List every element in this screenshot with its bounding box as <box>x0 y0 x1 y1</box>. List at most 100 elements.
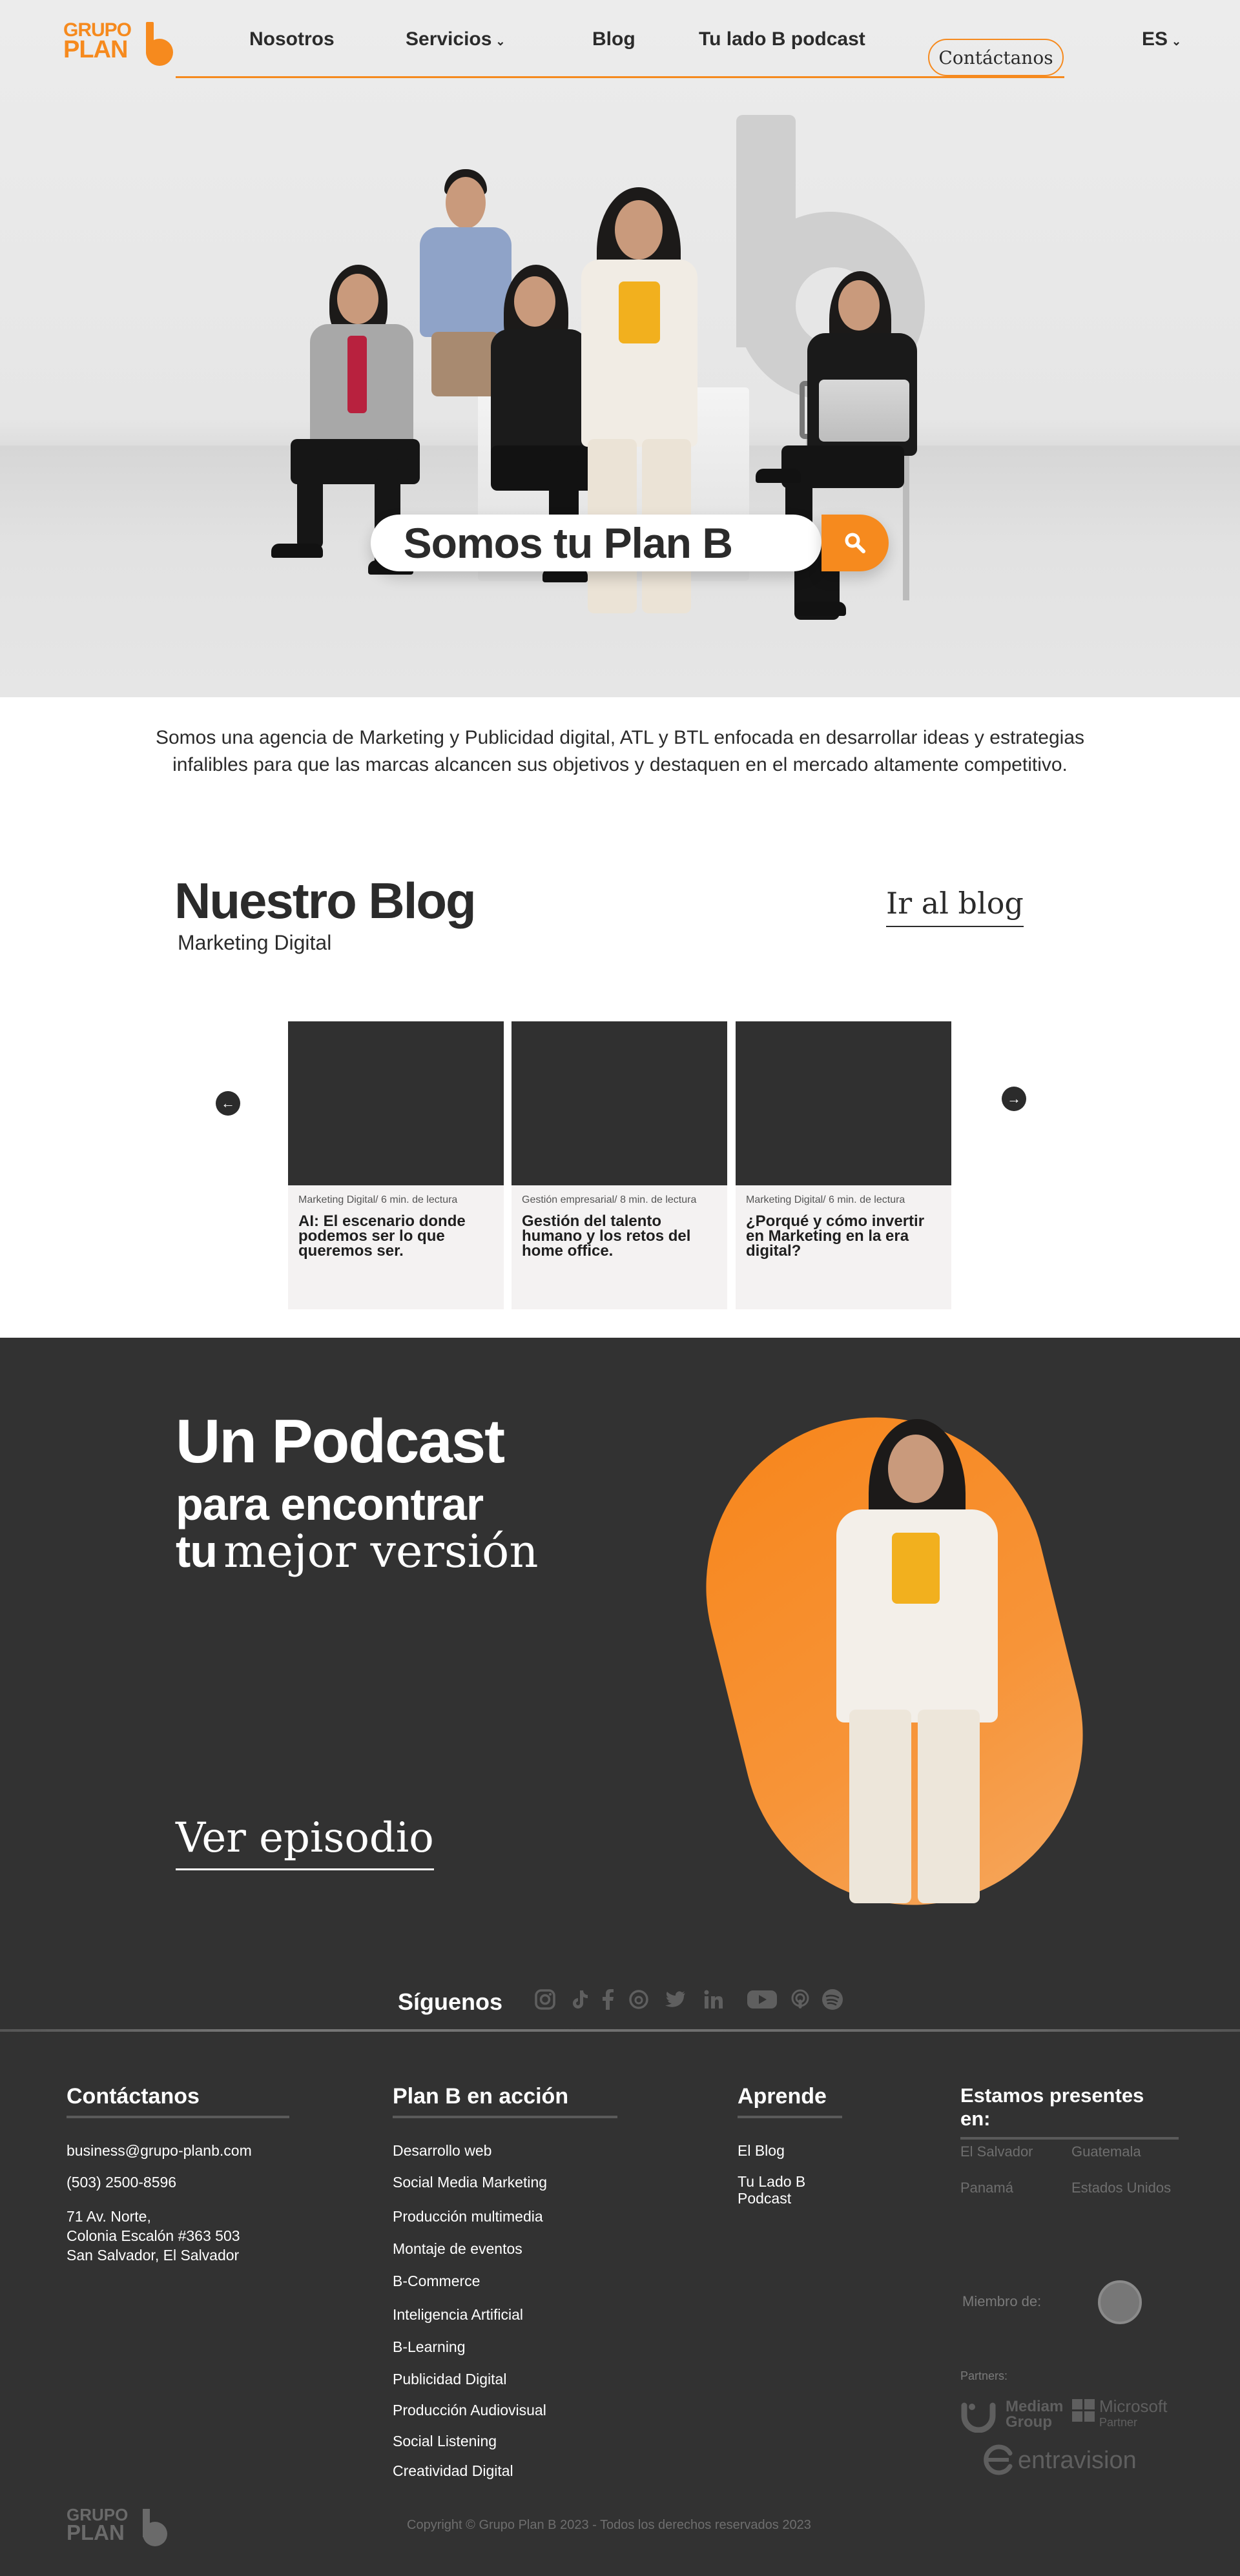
linkedin-link[interactable] <box>700 1986 727 2013</box>
language-selector[interactable]: ES ⌄ <box>1142 28 1181 50</box>
carousel-next-button[interactable]: → <box>1002 1087 1026 1111</box>
podcast-link[interactable] <box>787 1986 814 2013</box>
main-nav: Nosotros Servicios ⌄ Blog Tu lado B podca… <box>0 19 1240 76</box>
watch-episode-link[interactable]: Ver episodio <box>176 1814 434 1870</box>
footer-service-link[interactable]: Producción multimedia <box>393 2208 543 2225</box>
chevron-down-icon: ⌄ <box>1172 35 1182 48</box>
footer-address-line: 71 Av. Norte, <box>67 2208 151 2225</box>
tiktok-link[interactable] <box>566 1986 593 2013</box>
blog-card[interactable]: Marketing Digital/ 6 min. de lectura AI:… <box>288 1021 504 1309</box>
blog-card-title: AI: El escenario donde podemos ser lo qu… <box>298 1212 466 1260</box>
footer-service-link[interactable]: Social Listening <box>393 2433 497 2449</box>
go-to-blog-link[interactable]: Ir al blog <box>886 886 1024 927</box>
partner-label: entravision <box>1018 2447 1137 2474</box>
blog-card-image <box>512 1021 727 1185</box>
country-label: Panamá <box>960 2180 1013 2196</box>
nav-item-blog[interactable]: Blog <box>592 28 636 50</box>
blog-card-image <box>288 1021 504 1185</box>
podcast-tagline-bold: tu <box>176 1526 218 1577</box>
footer-service-link[interactable]: Creatividad Digital <box>393 2462 513 2479</box>
microsoft-partner-logo: Microsoft Partner <box>1072 2398 1182 2434</box>
partners-label: Partners: <box>960 2369 1008 2382</box>
blog-card[interactable]: Gestión empresarial/ 8 min. de lectura G… <box>512 1021 727 1309</box>
partner-label: Partner <box>1099 2416 1138 2429</box>
footer-address-line: San Salvador, El Salvador <box>67 2247 240 2264</box>
footer-phone-link[interactable]: (503) 2500-8596 <box>67 2174 176 2191</box>
footer-email-link[interactable]: business@grupo-planb.com <box>67 2142 252 2159</box>
entravision-icon <box>984 2444 1013 2475</box>
footer-service-link[interactable]: Publicidad Digital <box>393 2371 506 2387</box>
blog-card-title: Gestión del talento humano y los retos d… <box>522 1212 691 1260</box>
footer-service-link[interactable]: Producción Audiovisual <box>393 2402 546 2418</box>
entravision-logo: entravision <box>980 2442 1155 2480</box>
partner-label: Mediam <box>1006 2398 1064 2415</box>
instagram-icon <box>535 1989 555 2010</box>
search-button[interactable] <box>822 515 889 571</box>
nav-label: Blog <box>592 28 636 50</box>
arrow-right-icon: → <box>1007 1090 1021 1107</box>
footer <box>0 1964 1240 2576</box>
podcast-heading: Un Podcast <box>176 1407 505 1476</box>
member-of-label: Miembro de: <box>962 2293 1042 2309</box>
country-label: Estados Unidos <box>1071 2180 1172 2196</box>
footer-logo[interactable]: GRUPO PLAN <box>67 2505 173 2546</box>
twitter-link[interactable] <box>661 1986 688 2013</box>
search-icon <box>845 533 865 553</box>
tiktok-icon <box>573 1990 588 2009</box>
hero-section: GRUPO PLAN Nosotros Servicios ⌄ Blog Tu l… <box>0 0 1240 697</box>
nav-label: Tu lado B podcast <box>699 28 865 50</box>
instagram-link[interactable] <box>532 1986 559 2013</box>
footer-service-link[interactable]: Inteligencia Artificial <box>393 2306 523 2323</box>
carousel-prev-button[interactable]: ← <box>216 1091 240 1116</box>
nav-divider <box>176 76 1064 78</box>
mediam-group-icon <box>961 2402 996 2433</box>
contact-button[interactable]: Contáctanos <box>928 39 1064 76</box>
footer-podcast-link[interactable]: Tu Lado B Podcast <box>738 2173 809 2207</box>
youtube-icon <box>747 1990 777 2009</box>
footer-blog-link[interactable]: El Blog <box>738 2142 785 2159</box>
partner-label: Microsoft <box>1099 2397 1168 2416</box>
footer-service-link[interactable]: Social Media Marketing <box>393 2174 547 2191</box>
microsoft-icon <box>1072 2399 1095 2422</box>
hero-slogan: Somos tu Plan B <box>403 519 733 567</box>
blog-card[interactable]: Marketing Digital/ 6 min. de lectura ¿Po… <box>736 1021 951 1309</box>
footer-service-link[interactable]: B-Commerce <box>393 2273 480 2289</box>
facebook-icon <box>603 1989 614 2010</box>
podcast-host-photo <box>811 1419 1030 1905</box>
footer-contact-heading: Contáctanos <box>67 2084 289 2118</box>
footer-service-link[interactable]: Montaje de eventos <box>393 2240 522 2257</box>
footer-service-link[interactable]: B-Learning <box>393 2338 466 2355</box>
member-organization-logo <box>1098 2280 1142 2324</box>
podcast-subheading: para encontrar <box>176 1479 484 1529</box>
footer-service-link[interactable]: Desarrollo web <box>393 2142 491 2159</box>
blog-card-meta: Marketing Digital/ 6 min. de lectura <box>746 1194 905 1205</box>
footer-divider <box>0 2029 1240 2032</box>
podcast-icon <box>791 1989 809 2009</box>
nav-item-nosotros[interactable]: Nosotros <box>249 28 335 50</box>
intro-text: Somos una agencia de Marketing y Publici… <box>155 727 1085 775</box>
blog-card-image <box>736 1021 951 1185</box>
youtube-link[interactable] <box>744 1986 780 2013</box>
nav-item-servicios[interactable]: Servicios ⌄ <box>406 28 506 50</box>
country-label: El Salvador <box>960 2143 1033 2160</box>
footer-address-line: Colonia Escalón #363 503 <box>67 2227 240 2244</box>
mediam-group-logo: Mediam Group <box>960 2397 1064 2433</box>
spotify-link[interactable] <box>819 1986 846 2013</box>
chevron-down-icon: ⌄ <box>495 35 506 48</box>
nav-label: Nosotros <box>249 28 335 50</box>
country-label: Guatemala <box>1071 2143 1141 2160</box>
threads-link[interactable] <box>625 1986 652 2013</box>
podcast-tagline-serif: mejor versión <box>223 1525 539 1578</box>
nav-label: Servicios <box>406 28 492 50</box>
blog-title: Nuestro Blog <box>174 872 477 929</box>
copyright-text: Copyright © Grupo Plan B 2023 - Todos lo… <box>407 2518 811 2532</box>
hero-search-bar[interactable]: Somos tu Plan B <box>371 515 822 571</box>
blog-card-meta: Gestión empresarial/ 8 min. de lectura <box>522 1194 697 1205</box>
nav-item-podcast[interactable]: Tu lado B podcast <box>699 28 865 50</box>
spotify-icon <box>822 1989 843 2010</box>
footer-services-heading: Plan B en acción <box>393 2084 617 2118</box>
linkedin-icon <box>704 1990 723 2009</box>
threads-icon <box>629 1990 648 2009</box>
facebook-link[interactable] <box>595 1986 622 2013</box>
podcast-tagline: tu mejor versión <box>176 1525 538 1578</box>
